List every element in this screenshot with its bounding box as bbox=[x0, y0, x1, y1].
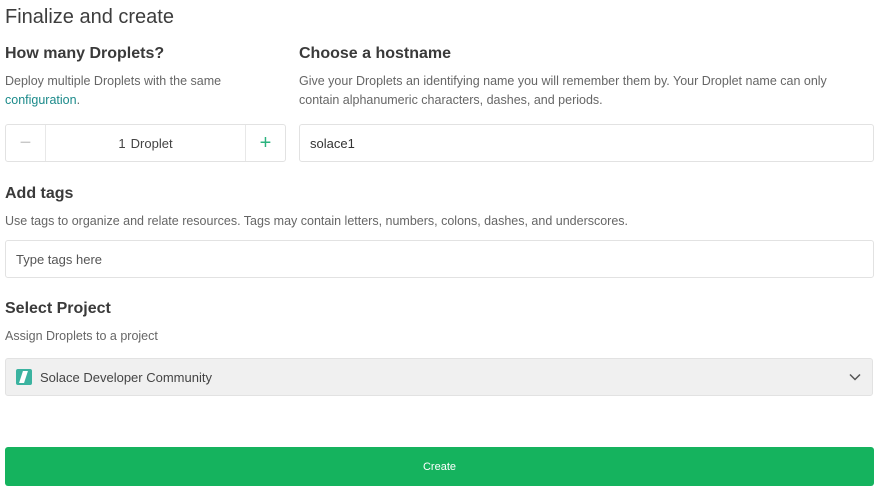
project-heading: Select Project bbox=[5, 300, 111, 317]
project-select[interactable]: Solace Developer Community bbox=[5, 358, 873, 396]
chevron-down-icon bbox=[848, 370, 862, 384]
create-button[interactable]: Create bbox=[5, 447, 874, 486]
hostname-desc-line2: contain alphanumeric characters, dashes,… bbox=[299, 93, 603, 107]
increment-button[interactable]: + bbox=[245, 125, 285, 161]
tags-input[interactable] bbox=[5, 240, 874, 278]
project-description: Assign Droplets to a project bbox=[5, 329, 158, 343]
droplet-unit: Droplet bbox=[130, 135, 173, 151]
finalize-create-panel: Finalize and create How many Droplets? D… bbox=[0, 0, 880, 493]
hostname-desc-line1: Give your Droplets an identifying name y… bbox=[299, 74, 827, 88]
hostname-heading: Choose a hostname bbox=[299, 45, 452, 62]
droplet-count-desc-text: Deploy multiple Droplets with the same bbox=[5, 74, 222, 88]
plus-icon: + bbox=[259, 131, 272, 154]
configuration-link[interactable]: configuration bbox=[5, 93, 77, 107]
droplet-quantity-stepper: − 1 Droplet + bbox=[5, 124, 286, 162]
minus-icon: − bbox=[19, 131, 32, 154]
droplet-quantity-value: 1 Droplet bbox=[46, 125, 245, 161]
droplet-count: 1 bbox=[118, 135, 126, 151]
droplet-count-heading: How many Droplets? bbox=[5, 45, 165, 62]
project-selected-value: Solace Developer Community bbox=[40, 369, 212, 385]
project-icon bbox=[16, 369, 32, 385]
decrement-button[interactable]: − bbox=[6, 125, 46, 161]
hostname-input[interactable] bbox=[299, 124, 874, 162]
droplet-count-description: Deploy multiple Droplets with the same c… bbox=[5, 72, 275, 110]
tags-description: Use tags to organize and relate resource… bbox=[5, 214, 629, 228]
droplet-count-desc-suffix: . bbox=[76, 93, 81, 107]
hostname-description: Give your Droplets an identifying name y… bbox=[299, 72, 869, 110]
page-title: Finalize and create bbox=[5, 6, 174, 28]
tags-heading: Add tags bbox=[5, 185, 74, 202]
